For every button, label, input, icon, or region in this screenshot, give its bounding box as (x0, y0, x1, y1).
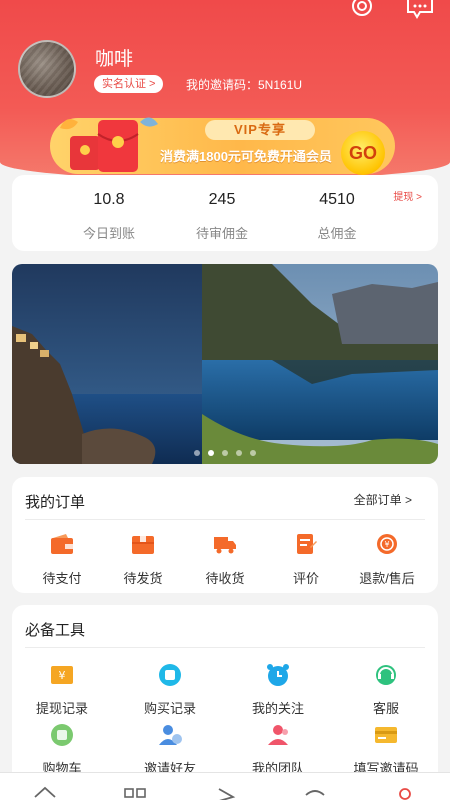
commission-stats-card: 10.8 今日到账 245 待审佣金 4510 总佣金 (12, 175, 438, 251)
carousel-dot[interactable] (194, 450, 200, 456)
settings-icon[interactable] (348, 0, 376, 22)
tool-purchase-record[interactable]: 购买记录 (120, 663, 220, 717)
stat-value: 10.8 (93, 191, 125, 208)
customer-service-icon (376, 665, 396, 685)
play-icon[interactable] (213, 785, 237, 800)
order-refund[interactable]: ¥ 退款/售后 (347, 533, 427, 587)
withdraw-record-icon: ¥ (51, 666, 73, 684)
divider (25, 647, 425, 648)
stat-label: 总佣金 (317, 226, 357, 241)
cart-nav-icon[interactable] (303, 785, 327, 800)
stat-value: 245 (208, 191, 236, 208)
red-envelope-gift-icon (60, 117, 158, 172)
invite-code-text: 我的邀请码：5N161U (186, 78, 303, 92)
order-label: 待支付 (42, 571, 82, 586)
home-icon[interactable] (33, 785, 57, 800)
tool-customer-service[interactable]: 客服 (336, 663, 436, 717)
alarm-clock-icon (267, 664, 289, 686)
carousel-dot[interactable] (222, 450, 228, 456)
order-pending-payment[interactable]: 待支付 (22, 533, 102, 587)
banner-carousel[interactable] (12, 264, 438, 464)
tool-fill-invite-code[interactable]: 填写邀请码 (336, 723, 436, 777)
tool-label: 我的关注 (251, 701, 304, 716)
verify-identity-button[interactable]: 实名认证 > (94, 75, 164, 93)
tool-label: 购买记录 (143, 701, 196, 716)
tool-label: 客服 (372, 701, 399, 716)
tools-title: 必备工具 (25, 622, 86, 639)
stat-today-arrival[interactable]: 10.8 今日到账 (49, 191, 169, 242)
avatar[interactable] (18, 40, 76, 98)
team-icon (268, 725, 288, 745)
tool-my-team[interactable]: 我的团队 (228, 723, 328, 777)
stat-label: 待审佣金 (195, 226, 248, 241)
stat-label: 今日到账 (82, 226, 135, 241)
cart-icon (51, 724, 73, 746)
purchase-record-icon (159, 664, 181, 686)
stat-total-commission[interactable]: 4510 总佣金 (277, 191, 397, 242)
vip-subtitle: 消费满1800元可免费开通会员 (160, 149, 332, 164)
package-icon (132, 536, 154, 554)
divider (25, 519, 425, 520)
refund-icon: ¥ (377, 534, 397, 554)
tool-shopping-cart[interactable]: 购物车 (12, 723, 112, 777)
order-pending-shipment[interactable]: 待发货 (103, 533, 183, 587)
svg-text:¥: ¥ (59, 669, 66, 682)
essential-tools-card: 必备工具 ¥ 提现记录 购买记录 我的关注 客服 购物车 邀请好友 我的团队 填… (12, 605, 438, 785)
carousel-dot[interactable] (250, 450, 256, 456)
profile-nav-icon[interactable] (393, 785, 417, 800)
banner-image (12, 264, 438, 464)
category-icon[interactable] (123, 785, 147, 800)
carousel-indicators (12, 450, 438, 456)
withdraw-link[interactable]: 提现 > (393, 188, 422, 203)
my-orders-card: 我的订单 全部订单 > 待支付 待发货 待收货 评价 ¥ 退款/售后 (12, 477, 438, 593)
invite-friend-icon (159, 725, 182, 745)
tool-invite-friend[interactable]: 邀请好友 (120, 723, 220, 777)
vip-title: VIP专享 (205, 120, 315, 140)
order-label: 待发货 (123, 571, 163, 586)
carousel-dot[interactable] (236, 450, 242, 456)
invite-code-card-icon (375, 727, 397, 743)
tool-my-follow[interactable]: 我的关注 (228, 663, 328, 717)
bottom-navigation (0, 772, 450, 800)
order-label: 退款/售后 (359, 571, 415, 586)
tool-withdraw-record[interactable]: ¥ 提现记录 (12, 663, 112, 717)
tool-label: 提现记录 (35, 701, 88, 716)
carousel-dot-active[interactable] (208, 450, 214, 456)
stat-pending-commission[interactable]: 245 待审佣金 (162, 191, 282, 242)
stat-value: 4510 (319, 191, 355, 208)
review-icon (297, 534, 317, 554)
vip-go-button[interactable]: GO (341, 131, 385, 175)
header-actions (348, 0, 434, 22)
truck-icon (214, 537, 236, 554)
message-icon[interactable] (406, 0, 434, 22)
username: 咖啡 (95, 49, 134, 70)
all-orders-link[interactable]: 全部订单 > (354, 491, 412, 508)
order-pending-receipt[interactable]: 待收货 (185, 533, 265, 587)
order-review[interactable]: 评价 (266, 533, 346, 587)
order-label: 待收货 (205, 571, 245, 586)
wallet-icon (51, 534, 73, 554)
order-label: 评价 (292, 571, 319, 586)
orders-title: 我的订单 (25, 494, 86, 511)
svg-text:¥: ¥ (384, 540, 389, 549)
